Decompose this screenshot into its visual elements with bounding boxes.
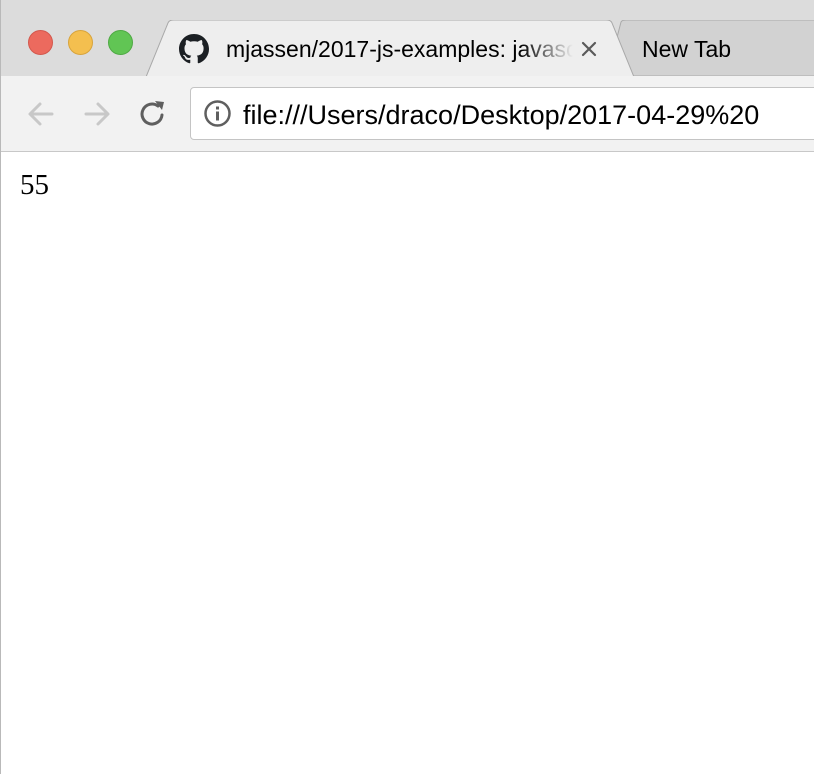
close-icon[interactable]: [578, 38, 600, 60]
output-text: 55: [20, 169, 49, 201]
browser-window: New Tab mjassen/2017-js-examples: javasc…: [0, 0, 814, 774]
url-text[interactable]: file:///Users/draco/Desktop/2017-04-29%2…: [243, 100, 759, 130]
tab-strip: New Tab mjassen/2017-js-examples: javasc…: [1, 0, 814, 76]
info-icon[interactable]: [203, 99, 232, 128]
arrow-left-icon[interactable]: [25, 98, 57, 130]
github-icon: [179, 34, 209, 64]
address-bar[interactable]: file:///Users/draco/Desktop/2017-04-29%2…: [190, 87, 814, 140]
tab-title: mjassen/2017-js-examples: javascript: [226, 36, 573, 62]
window-minimize-button[interactable]: [68, 30, 93, 55]
page-content: 55: [1, 152, 814, 774]
window-close-button[interactable]: [28, 30, 53, 55]
window-zoom-button[interactable]: [108, 30, 133, 55]
tab-github[interactable]: mjassen/2017-js-examples: javascript: [146, 20, 638, 76]
toolbar: file:///Users/draco/Desktop/2017-04-29%2…: [1, 76, 814, 152]
tab-new-tab[interactable]: New Tab: [607, 20, 814, 76]
tab-title: New Tab: [642, 36, 732, 62]
arrow-right-icon[interactable]: [81, 98, 113, 130]
reload-icon[interactable]: [137, 98, 169, 130]
